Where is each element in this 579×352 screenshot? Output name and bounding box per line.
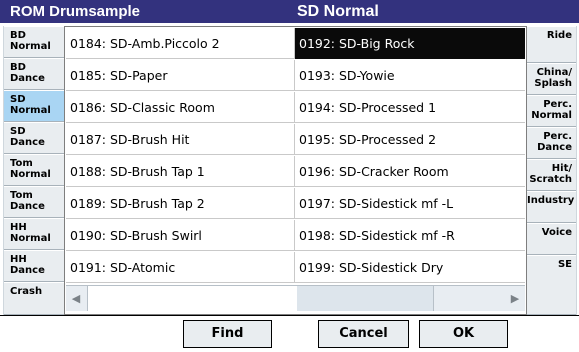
scroll-right-icon[interactable]: ▶ <box>505 287 525 310</box>
divider <box>0 315 579 316</box>
tab-label: HH <box>10 222 27 233</box>
list-item[interactable]: 0186: SD-Classic Room <box>66 92 295 123</box>
tab-tom-normal[interactable]: Tom Normal <box>4 154 65 186</box>
tab-label: Voice <box>541 227 572 238</box>
tab-china-splash[interactable]: China/Splash <box>527 63 576 95</box>
list-item-selected[interactable]: 0192: SD-Big Rock <box>295 28 525 59</box>
tab-label: Normal <box>10 41 51 52</box>
list-item[interactable]: 0197: SD-Sidestick mf -L <box>295 188 525 219</box>
tab-label: Normal <box>531 110 572 121</box>
sample-list: 0184: SD-Amb.Piccolo 2 0185: SD-Paper 01… <box>66 28 525 284</box>
horizontal-scrollbar[interactable]: ◀ ▶ <box>66 285 525 311</box>
tab-label: Normal <box>10 169 51 180</box>
tab-label: Crash <box>10 286 43 297</box>
list-item[interactable]: 0195: SD-Processed 2 <box>295 124 525 155</box>
tab-hh-dance[interactable]: HH Dance <box>4 250 65 282</box>
tab-perc-normal[interactable]: Perc. Normal <box>527 95 576 127</box>
tab-sd-dance[interactable]: SD Dance <box>4 122 65 154</box>
list-item[interactable]: 0199: SD-Sidestick Dry <box>295 252 525 283</box>
scroll-left-icon[interactable]: ◀ <box>66 287 86 310</box>
tab-label: BD <box>10 30 26 41</box>
tab-tom-dance[interactable]: Tom Dance <box>4 186 65 218</box>
tab-hh-normal[interactable]: HH Normal <box>4 218 65 250</box>
category-title: SD Normal <box>297 3 379 20</box>
tab-label: SD <box>10 126 26 137</box>
tab-label: Tom <box>10 158 33 169</box>
tab-label: BD <box>10 62 26 73</box>
tab-label: Splash <box>534 78 572 89</box>
left-category-tabs: BD Normal BD Dance SD Normal SD Dance Tom Nor… <box>3 26 66 315</box>
list-item[interactable]: 0198: SD-Sidestick mf -R <box>295 220 525 251</box>
window-title: ROM Drumsample <box>10 3 141 20</box>
tab-label: Perc. <box>543 131 572 142</box>
tab-label: Dance <box>537 142 572 153</box>
tab-industry[interactable]: Industry <box>527 191 576 223</box>
tab-label: Scratch <box>529 174 572 185</box>
title-bar: ROM Drumsample SD Normal <box>0 0 579 23</box>
list-item[interactable]: 0187: SD-Brush Hit <box>66 124 295 155</box>
list-item[interactable]: 0188: SD-Brush Tap 1 <box>66 156 295 187</box>
tab-bd-dance[interactable]: BD Dance <box>4 58 65 90</box>
tab-se[interactable]: SE <box>527 255 576 315</box>
list-item[interactable]: 0184: SD-Amb.Piccolo 2 <box>66 28 295 59</box>
tab-label: Industry <box>527 195 575 206</box>
tab-label: Ride <box>546 30 572 41</box>
tab-voice[interactable]: Voice <box>527 223 576 255</box>
sample-list-panel: 0184: SD-Amb.Piccolo 2 0185: SD-Paper 01… <box>64 26 527 315</box>
list-item[interactable]: 0185: SD-Paper <box>66 60 295 91</box>
tab-label: China/ <box>536 67 572 78</box>
tab-label: Dance <box>10 73 45 84</box>
tab-label: Dance <box>10 265 45 276</box>
list-item[interactable]: 0196: SD-Cracker Room <box>295 156 525 187</box>
tab-hit-scratch[interactable]: Hit/Scratch <box>527 159 576 191</box>
tab-label: Normal <box>10 105 51 116</box>
tab-bd-normal[interactable]: BD Normal <box>4 26 65 58</box>
tab-label: Normal <box>10 233 51 244</box>
scrollbar-thumb[interactable] <box>87 286 298 311</box>
tab-label: Tom <box>10 190 33 201</box>
tab-sd-normal[interactable]: SD Normal <box>4 90 66 122</box>
tab-label: Dance <box>10 201 45 212</box>
tab-label: HH <box>10 254 27 265</box>
ok-button[interactable]: OK <box>419 320 508 348</box>
tab-label: SE <box>557 259 572 270</box>
list-item[interactable]: 0193: SD-Yowie <box>295 60 525 91</box>
list-item[interactable]: 0191: SD-Atomic <box>66 252 295 283</box>
tab-crash[interactable]: Crash <box>4 282 65 315</box>
tab-ride[interactable]: Ride <box>527 26 576 63</box>
list-item[interactable]: 0190: SD-Brush Swirl <box>66 220 295 251</box>
tab-perc-dance[interactable]: Perc. Dance <box>527 127 576 159</box>
tab-label: SD <box>10 94 26 105</box>
list-item[interactable]: 0189: SD-Brush Tap 2 <box>66 188 295 219</box>
tab-label: Perc. <box>543 99 572 110</box>
tab-label: Hit/ <box>551 163 572 174</box>
right-category-tabs: Ride China/Splash Perc. Normal Perc. Dance… <box>527 26 577 315</box>
list-item[interactable]: 0194: SD-Processed 1 <box>295 92 525 123</box>
find-button[interactable]: Find <box>183 320 272 348</box>
scrollbar-track[interactable] <box>297 286 434 311</box>
cancel-button[interactable]: Cancel <box>318 320 409 348</box>
tab-label: Dance <box>10 137 45 148</box>
